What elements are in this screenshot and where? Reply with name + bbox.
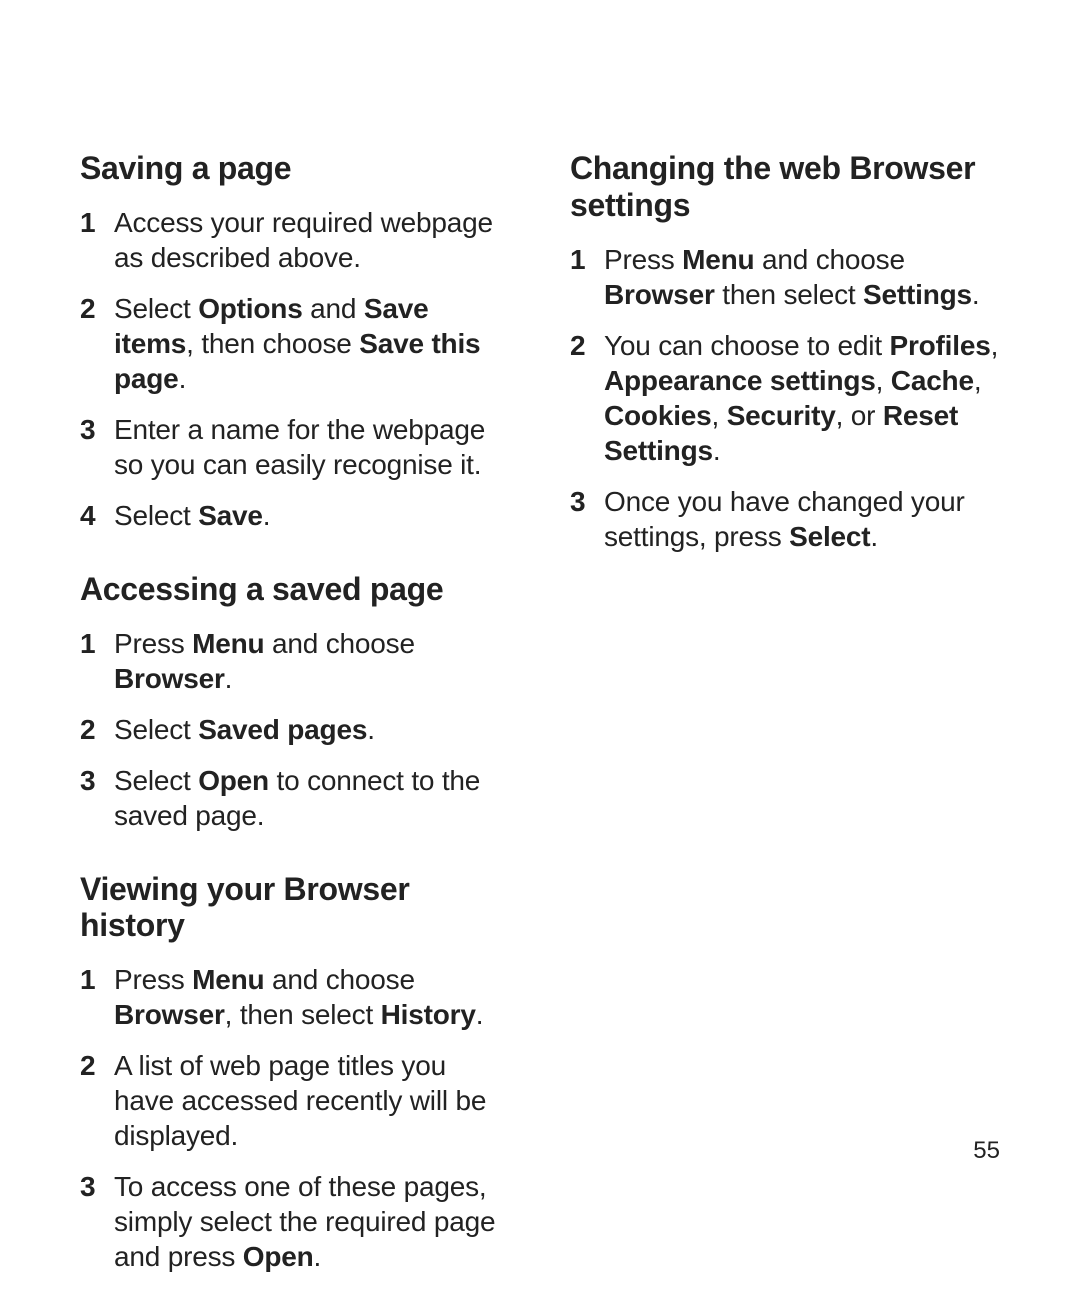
bold-term: Browser (604, 279, 715, 310)
bold-term: Security (727, 400, 836, 431)
manual-page: Saving a page Access your required webpa… (0, 0, 1080, 1295)
section-viewing-browser-history: Viewing your Browser history Press Menu … (80, 871, 510, 1275)
step-item: Once you have changed your settings, pre… (570, 484, 1000, 554)
section-heading: Viewing your Browser history (80, 871, 510, 945)
step-item: A list of web page titles you have acces… (80, 1048, 510, 1153)
section-heading: Saving a page (80, 150, 510, 187)
step-item: Access your required webpage as describe… (80, 205, 510, 275)
bold-term: Menu (192, 964, 264, 995)
step-item: Press Menu and choose Browser then selec… (570, 242, 1000, 312)
bold-term: Open (198, 765, 269, 796)
section-changing-browser-settings: Changing the web Browser settings Press … (570, 150, 1000, 554)
bold-term: Select (789, 521, 870, 552)
bold-term: Profiles (889, 330, 990, 361)
step-item: Enter a name for the webpage so you can … (80, 412, 510, 482)
bold-term: Cache (891, 365, 974, 396)
step-item: Select Saved pages. (80, 712, 510, 747)
bold-term: History (381, 999, 476, 1030)
bold-term: Browser (114, 999, 225, 1030)
bold-term: Menu (682, 244, 754, 275)
bold-term: Settings (863, 279, 972, 310)
steps-list: Press Menu and choose Browser, then sele… (80, 962, 510, 1274)
bold-term: Appearance settings (604, 365, 876, 396)
step-item: To access one of these pages, simply sel… (80, 1169, 510, 1274)
bold-term: Browser (114, 663, 225, 694)
section-heading: Accessing a saved page (80, 571, 510, 608)
bold-term: Save (198, 500, 263, 531)
left-column: Saving a page Access your required webpa… (80, 150, 510, 1290)
steps-list: Access your required webpage as describe… (80, 205, 510, 533)
bold-term: Options (198, 293, 302, 324)
section-heading: Changing the web Browser settings (570, 150, 1000, 224)
bold-term: Menu (192, 628, 264, 659)
two-column-layout: Saving a page Access your required webpa… (80, 150, 1000, 1290)
step-item: You can choose to edit Profiles, Appeara… (570, 328, 1000, 468)
step-item: Press Menu and choose Browser. (80, 626, 510, 696)
steps-list: Press Menu and choose Browser then selec… (570, 242, 1000, 554)
page-number: 55 (973, 1137, 1000, 1165)
step-item: Press Menu and choose Browser, then sele… (80, 962, 510, 1032)
bold-term: Cookies (604, 400, 712, 431)
bold-term: Open (243, 1241, 314, 1272)
section-accessing-saved-page: Accessing a saved page Press Menu and ch… (80, 571, 510, 833)
step-item: Select Open to connect to the saved page… (80, 763, 510, 833)
step-item: Select Options and Save items, then choo… (80, 291, 510, 396)
bold-term: Saved pages (198, 714, 367, 745)
right-column: Changing the web Browser settings Press … (570, 150, 1000, 1290)
section-saving-a-page: Saving a page Access your required webpa… (80, 150, 510, 533)
steps-list: Press Menu and choose Browser. Select Sav… (80, 626, 510, 833)
step-item: Select Save. (80, 498, 510, 533)
